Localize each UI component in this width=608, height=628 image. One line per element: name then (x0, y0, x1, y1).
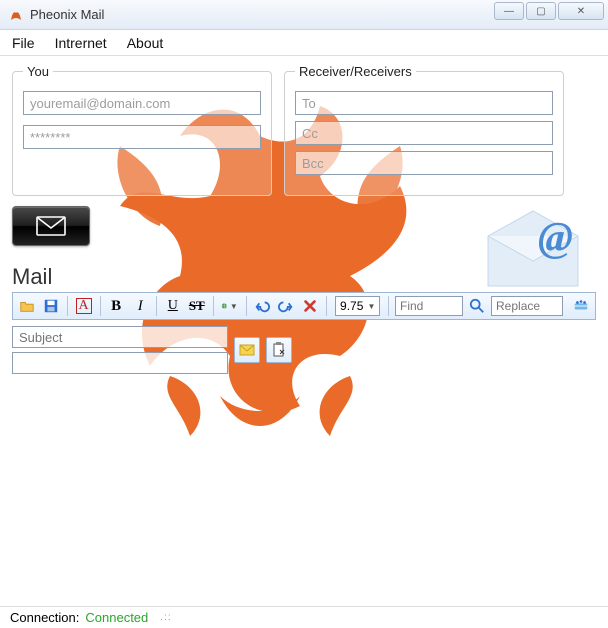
menu-file[interactable]: File (12, 35, 35, 51)
animation-button[interactable] (571, 295, 591, 317)
you-legend: You (23, 64, 53, 79)
magnifier-icon (469, 297, 485, 315)
save-icon (43, 297, 59, 315)
cc-field[interactable] (295, 121, 553, 145)
content-area: @ You Receiver/Receivers Mail A (0, 56, 608, 606)
toolbar-separator (67, 296, 68, 316)
email-field[interactable] (23, 91, 261, 115)
folder-open-icon (19, 297, 35, 315)
mail-toolbar: A B I U ST ▼ 9.75 ▼ (12, 292, 596, 320)
menu-about[interactable]: About (127, 35, 164, 51)
italic-button[interactable]: I (130, 295, 150, 317)
phoenix-icon (8, 7, 24, 23)
globe-icon (221, 297, 228, 315)
open-button[interactable] (17, 295, 37, 317)
chevron-down-icon: ▼ (368, 302, 376, 311)
font-icon: A (76, 298, 92, 314)
replace-input[interactable] (491, 296, 563, 316)
toolbar-separator (246, 296, 247, 316)
attach-message-button[interactable] (234, 337, 260, 363)
redo-button[interactable] (276, 295, 296, 317)
delete-button[interactable] (300, 295, 320, 317)
body-field[interactable] (12, 352, 228, 374)
menu-internet[interactable]: Intrernet (55, 35, 107, 51)
mail-label: Mail (12, 264, 596, 290)
animation-icon (573, 297, 589, 315)
paste-icon (270, 341, 288, 359)
find-button[interactable] (467, 295, 487, 317)
connection-label: Connection: (10, 610, 79, 625)
close-button[interactable]: ✕ (558, 2, 604, 20)
delete-x-icon (302, 297, 318, 315)
minimize-button[interactable]: — (494, 2, 524, 20)
chevron-down-icon: ▼ (230, 302, 238, 311)
svg-text:@: @ (538, 215, 573, 261)
titlebar: Pheonix Mail — ▢ ✕ (0, 0, 608, 30)
toolbar-separator (213, 296, 214, 316)
resize-grip-icon[interactable]: .:: (160, 612, 171, 623)
window-controls: — ▢ ✕ (494, 2, 604, 20)
toolbar-separator (156, 296, 157, 316)
message-attach-icon (238, 341, 256, 359)
envelope-icon (35, 215, 67, 237)
you-fieldset: You (12, 64, 272, 196)
undo-icon (254, 297, 270, 315)
status-bar: Connection: Connected .:: (0, 606, 608, 628)
font-size-value: 9.75 (340, 299, 363, 313)
receivers-legend: Receiver/Receivers (295, 64, 416, 79)
window-title: Pheonix Mail (30, 7, 104, 22)
font-size-combo[interactable]: 9.75 ▼ (335, 296, 380, 316)
bcc-field[interactable] (295, 151, 553, 175)
font-button[interactable]: A (74, 295, 94, 317)
menubar: File Intrernet About (0, 30, 608, 56)
toolbar-separator (100, 296, 101, 316)
to-field[interactable] (295, 91, 553, 115)
password-field[interactable] (23, 125, 261, 149)
maximize-button[interactable]: ▢ (526, 2, 556, 20)
hyperlink-button[interactable]: ▼ (219, 295, 239, 317)
subject-field[interactable] (12, 326, 228, 348)
paste-button[interactable] (266, 337, 292, 363)
undo-button[interactable] (252, 295, 272, 317)
strikethrough-button[interactable]: ST (187, 295, 207, 317)
underline-button[interactable]: U (163, 295, 183, 317)
bold-button[interactable]: B (106, 295, 126, 317)
find-input[interactable] (395, 296, 463, 316)
toolbar-separator (326, 296, 327, 316)
save-button[interactable] (41, 295, 61, 317)
redo-icon (278, 297, 294, 315)
toolbar-separator (388, 296, 389, 316)
connection-status: Connected (85, 610, 148, 625)
send-button[interactable] (12, 206, 90, 246)
receivers-fieldset: Receiver/Receivers (284, 64, 564, 196)
